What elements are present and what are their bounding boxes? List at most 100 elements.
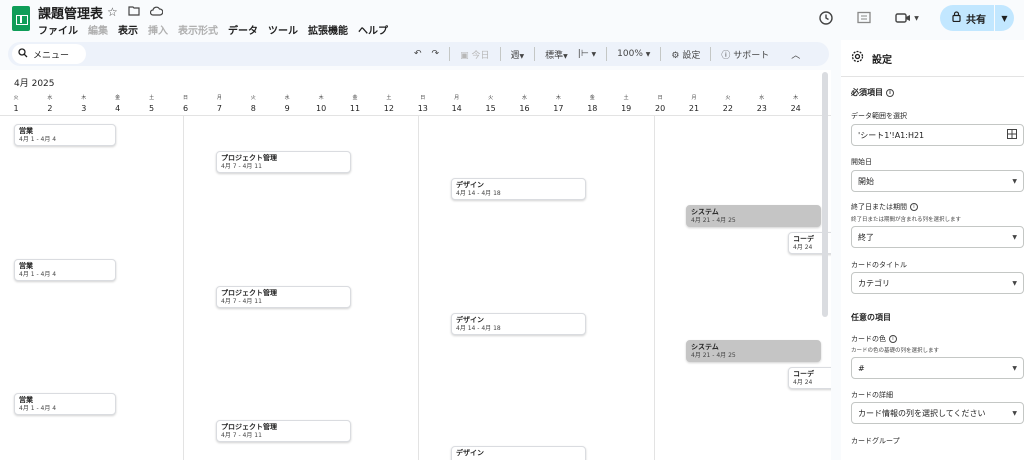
day-header: 月 21 (677, 94, 711, 113)
day-number: 11 (349, 104, 361, 113)
timeline-card[interactable]: コーデ 4月 24 (788, 367, 831, 389)
menu-item[interactable]: ツール (268, 22, 298, 37)
menu-item[interactable]: ヘルプ (358, 22, 388, 37)
day-number: 7 (216, 104, 222, 113)
timeline-card[interactable]: プロジェクト管理 4月 7 - 4月 11 (216, 286, 351, 308)
day-number: 12 (383, 104, 394, 113)
share-main[interactable]: 共有 (940, 5, 994, 31)
day-number: 8 (250, 104, 256, 113)
card-title: デザイン (456, 181, 484, 189)
share-button[interactable]: 共有 ▼ (940, 5, 1014, 31)
timeline-card[interactable]: プロジェクト管理 4月 7 - 4月 11 (216, 420, 351, 442)
day-header: 火8 (236, 94, 270, 113)
version-history-icon[interactable] (816, 8, 836, 28)
settings-button[interactable]: ⚙ 設定 (671, 48, 700, 61)
grid-select-icon[interactable] (1007, 129, 1017, 141)
info-icon[interactable]: i (910, 203, 918, 211)
day-header: 金 11 (338, 94, 372, 113)
menu-item[interactable]: ファイル (38, 22, 78, 37)
day-of-week: 水 (521, 95, 527, 101)
toolbar-divider (606, 47, 608, 61)
day-of-week: 月 (691, 95, 697, 101)
timeline-card[interactable]: 営業 4月 1 - 4月 4 (14, 124, 116, 146)
day-of-week: 土 (623, 95, 629, 101)
day-number: 2 (47, 104, 53, 113)
zoom-dropdown[interactable]: 100% ▼ (617, 49, 650, 59)
comments-icon[interactable] (854, 8, 874, 28)
day-of-week: 月 (216, 95, 222, 101)
day-of-week: 水 (759, 95, 765, 101)
card-detail-label: カードの詳細 (851, 391, 893, 399)
timeline-card[interactable]: 営業 4月 1 - 4月 4 (14, 393, 116, 415)
chevron-down-icon: ▼ (1012, 233, 1017, 241)
day-number: 10 (316, 104, 327, 113)
day-header: 水 16 (508, 94, 542, 113)
standard-dropdown[interactable]: 標準▼ (545, 48, 568, 61)
day-header: 日 20 (643, 94, 677, 113)
menu-item[interactable]: 挿入 (148, 22, 168, 37)
required-section-title: 必須項目 i (851, 87, 894, 98)
day-of-week: 水 (47, 95, 53, 101)
timeline-card[interactable]: 営業 4月 1 - 4月 4 (14, 259, 116, 281)
redo-icon[interactable]: ↷ (432, 49, 440, 59)
menu-item[interactable]: 表示形式 (178, 22, 218, 37)
card-dates: 4月 14 - 4月 18 (456, 325, 501, 332)
day-of-week: 月 (454, 95, 460, 101)
undo-icon[interactable]: ↶ (414, 49, 422, 59)
day-of-week: 金 (115, 95, 121, 101)
standard-label: 標準 (545, 50, 564, 61)
chevron-down-icon: ▼ (1012, 177, 1017, 185)
day-of-week: 火 (488, 95, 494, 101)
sheets-logo-icon[interactable] (12, 6, 30, 31)
support-button[interactable]: ⓘ サポート (721, 48, 769, 61)
card-title: 営業 (19, 127, 33, 135)
star-icon[interactable]: ☆ (107, 5, 118, 19)
data-range-field[interactable]: 'シート1'!A1:H21 (851, 124, 1024, 146)
timeline-card[interactable]: プロジェクト管理 4月 7 - 4月 11 (216, 151, 351, 173)
timeline-card[interactable]: デザイン (451, 446, 586, 460)
info-icon[interactable]: i (889, 335, 897, 343)
card-dates: 4月 1 - 4月 4 (19, 405, 57, 412)
start-date-label: 開始日 (851, 158, 872, 166)
top-bar: 課題管理表 ☆ ファイル 編集 表示 挿入 表示形式 データ ツール 拡張機能 ヘルプ ▼ 共有 (0, 0, 1024, 40)
document-title[interactable]: 課題管理表 (38, 3, 103, 22)
day-of-week: 火 (250, 95, 256, 101)
day-of-week: 火 (725, 95, 731, 101)
chevron-down-icon: ▼ (645, 51, 651, 58)
card-dates: 4月 7 - 4月 11 (221, 298, 262, 305)
chevron-down-icon: ▼ (1012, 409, 1017, 417)
card-title: 営業 (19, 396, 33, 404)
collapse-toolbar-icon[interactable]: ︿ (791, 48, 800, 61)
support-label: サポート (733, 50, 770, 61)
meet-icon[interactable]: ▼ (892, 8, 922, 28)
info-icon[interactable]: i (886, 88, 894, 97)
day-header: 水9 (270, 94, 304, 113)
share-dropdown-icon[interactable]: ▼ (994, 5, 1014, 31)
chevron-down-icon: ▼ (563, 52, 568, 60)
day-header: 木 24 (779, 94, 813, 113)
timeline-card[interactable]: デザイン 4月 14 - 4月 18 (451, 313, 586, 335)
timeline-card[interactable]: デザイン 4月 14 - 4月 18 (451, 178, 586, 200)
menu-item[interactable]: データ (228, 22, 258, 37)
day-header: 木 10 (304, 94, 338, 113)
cloud-status-icon[interactable] (149, 5, 164, 19)
menu-item[interactable]: 表示 (118, 22, 138, 37)
timeline-card[interactable]: システム 4月 21 - 4月 25 (686, 340, 821, 362)
card-detail-select[interactable]: カード情報の列を選択してください ▼ (851, 402, 1024, 424)
timeline-card[interactable]: システム 4月 21 - 4月 25 (686, 205, 821, 227)
move-folder-icon[interactable] (128, 5, 140, 19)
chevron-down-icon: ▼ (519, 52, 525, 60)
card-color-label: カードの色 i (851, 334, 897, 344)
group-by-dropdown[interactable]: |⊢ ▼ (578, 49, 596, 59)
menu-bar: ファイル 編集 表示 挿入 表示形式 データ ツール 拡張機能 ヘルプ (38, 22, 388, 37)
card-title-select[interactable]: カテゴリ ▼ (851, 272, 1024, 294)
menu-item[interactable]: 拡張機能 (308, 22, 348, 37)
vertical-scrollbar[interactable] (822, 72, 828, 317)
start-date-select[interactable]: 開始 ▼ (851, 170, 1024, 192)
end-date-select[interactable]: 終了 ▼ (851, 226, 1024, 248)
menu-item[interactable]: 編集 (88, 22, 108, 37)
card-color-select[interactable]: # ▼ (851, 357, 1024, 379)
today-button[interactable]: ▣ 今日 (460, 48, 489, 61)
menu-search[interactable]: メニュー (12, 44, 86, 64)
period-dropdown[interactable]: 週▼ (511, 48, 525, 61)
